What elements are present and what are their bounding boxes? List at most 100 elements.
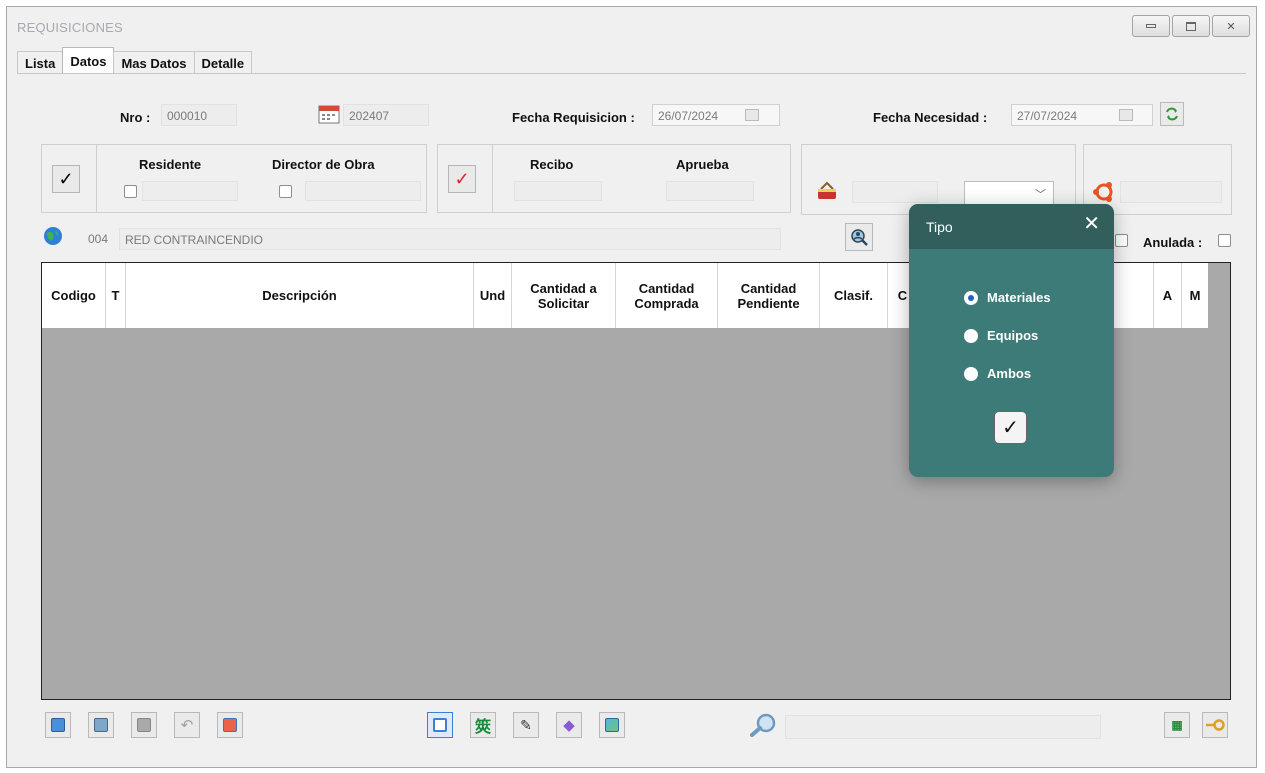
- maximize-icon: [1186, 21, 1196, 31]
- nro-field[interactable]: 000010: [161, 104, 237, 126]
- key-icon: [1206, 719, 1225, 731]
- period-field[interactable]: 202407: [343, 104, 429, 126]
- tipo-dialog: Tipo ✕ Materiales Equipos Ambos ✓: [909, 204, 1114, 477]
- basket-icon: [816, 181, 838, 206]
- excel-export-button[interactable]: ▦: [1164, 712, 1190, 738]
- magnifier-icon[interactable]: [749, 712, 779, 743]
- undo-button[interactable]: ↶: [174, 712, 200, 738]
- hierarchy-icon: 筴: [474, 719, 491, 736]
- col-cantidad-pendiente[interactable]: Cantidad Pendiente: [718, 263, 820, 328]
- radio-selected-icon: [964, 290, 978, 305]
- tab-mas-datos[interactable]: Mas Datos: [113, 51, 195, 73]
- anulada-label: Anulada :: [1143, 235, 1203, 250]
- director-label: Director de Obra: [272, 157, 375, 172]
- director-field[interactable]: [305, 181, 421, 201]
- refresh-button[interactable]: [1160, 102, 1184, 126]
- residente-checkbox[interactable]: [124, 185, 137, 198]
- project-code: 004: [88, 232, 109, 246]
- tab-lista[interactable]: Lista: [17, 51, 64, 73]
- undo-icon: ↶: [180, 717, 194, 734]
- col-clasif[interactable]: Clasif.: [820, 263, 888, 328]
- chevron-down-icon: ﹀: [1035, 189, 1046, 201]
- aprueba-label: Aprueba: [676, 157, 729, 172]
- dialog-ok-button[interactable]: ✓: [994, 411, 1027, 444]
- pen-icon: ✎: [520, 716, 532, 733]
- quick-search-field[interactable]: [785, 715, 1101, 739]
- move-button[interactable]: ◆: [556, 712, 582, 738]
- check-icon: ✓: [1002, 417, 1019, 439]
- save-button[interactable]: [131, 712, 157, 738]
- col-a[interactable]: A: [1154, 263, 1182, 328]
- check-recibo-button[interactable]: ✓: [448, 165, 476, 193]
- residente-director-group: ✓ Residente Director de Obra: [41, 144, 427, 213]
- refresh-icon: [1166, 107, 1178, 121]
- residente-label: Residente: [139, 157, 202, 172]
- tab-divider: [17, 73, 1246, 74]
- move-icon: ◆: [563, 717, 575, 734]
- windows-icon: [433, 718, 447, 732]
- radio-ambos[interactable]: Ambos: [964, 366, 1031, 381]
- fecha-necesidad-calendar-dropdown[interactable]: [1119, 109, 1133, 121]
- search-person-icon: [851, 229, 868, 246]
- fecha-requisicion-label: Fecha Requisicion :: [512, 110, 635, 125]
- col-cantidad-comprada[interactable]: Cantidad Comprada: [616, 263, 718, 328]
- col-cantidad-solicitar[interactable]: Cantidad a Solicitar: [512, 263, 616, 328]
- director-checkbox[interactable]: [279, 185, 292, 198]
- search-project-button[interactable]: [845, 223, 873, 251]
- title-bar: REQUISICIONES ✕: [7, 7, 1256, 47]
- recibo-field[interactable]: [514, 181, 602, 201]
- tab-datos[interactable]: Datos: [62, 47, 115, 73]
- windows-button[interactable]: [427, 712, 453, 738]
- dialog-header: Tipo ✕: [909, 204, 1114, 249]
- fecha-requisicion-calendar-dropdown[interactable]: [745, 109, 759, 121]
- anulada-checkbox[interactable]: [1218, 234, 1231, 247]
- window-controls: ✕: [1132, 15, 1250, 37]
- col-codigo[interactable]: Codigo: [42, 263, 106, 328]
- save-icon: [137, 718, 151, 732]
- col-t[interactable]: T: [106, 263, 126, 328]
- edit-record-button[interactable]: [88, 712, 114, 738]
- image-button[interactable]: [599, 712, 625, 738]
- radio-unselected-icon: [964, 328, 978, 343]
- fecha-requisicion-field[interactable]: 26/07/2024: [652, 104, 780, 126]
- col-descripcion[interactable]: Descripción: [126, 263, 474, 328]
- tab-detalle[interactable]: Detalle: [193, 51, 253, 73]
- minimize-icon: [1146, 24, 1156, 28]
- image-icon: [605, 718, 619, 732]
- edit-document-icon: [94, 718, 108, 732]
- fecha-necesidad-label: Fecha Necesidad :: [873, 110, 988, 125]
- key-button[interactable]: [1202, 712, 1228, 738]
- edit-pen-button[interactable]: ✎: [513, 712, 539, 738]
- fecha-requisicion-value: 26/07/2024: [658, 109, 719, 123]
- radio-equipos[interactable]: Equipos: [964, 328, 1038, 343]
- dialog-title: Tipo: [926, 219, 953, 235]
- nro-label: Nro :: [120, 110, 151, 125]
- residente-field[interactable]: [142, 181, 238, 201]
- col-und[interactable]: Und: [474, 263, 512, 328]
- radio-ambos-label: Ambos: [987, 366, 1032, 381]
- window-title: REQUISICIONES: [17, 20, 123, 35]
- close-button[interactable]: ✕: [1212, 15, 1250, 37]
- check-icon: ✓: [58, 168, 74, 189]
- aprueba-field[interactable]: [666, 181, 754, 201]
- project-name-field[interactable]: RED CONTRAINCENDIO: [119, 228, 781, 250]
- delete-record-button[interactable]: [217, 712, 243, 738]
- red-check-icon: ✓: [454, 168, 470, 189]
- fecha-necesidad-value: 27/07/2024: [1017, 109, 1078, 123]
- hierarchy-button[interactable]: 筴: [470, 712, 496, 738]
- extra-field[interactable]: [1120, 181, 1222, 203]
- maximize-button[interactable]: [1172, 15, 1210, 37]
- radio-materiales[interactable]: Materiales: [964, 290, 1051, 305]
- dialog-hidden-checkbox[interactable]: [1115, 234, 1128, 247]
- store-field[interactable]: [852, 181, 938, 203]
- globe-icon: [43, 226, 63, 251]
- dialog-close-icon[interactable]: ✕: [1083, 214, 1100, 234]
- spreadsheet-icon: ▦: [1171, 718, 1183, 732]
- minimize-button[interactable]: [1132, 15, 1170, 37]
- col-m[interactable]: M: [1182, 263, 1208, 328]
- new-record-button[interactable]: [45, 712, 71, 738]
- store-select[interactable]: ﹀: [964, 181, 1054, 205]
- delete-document-icon: [223, 718, 237, 732]
- check-approve-button[interactable]: ✓: [52, 165, 80, 193]
- calendar-icon[interactable]: [318, 104, 340, 124]
